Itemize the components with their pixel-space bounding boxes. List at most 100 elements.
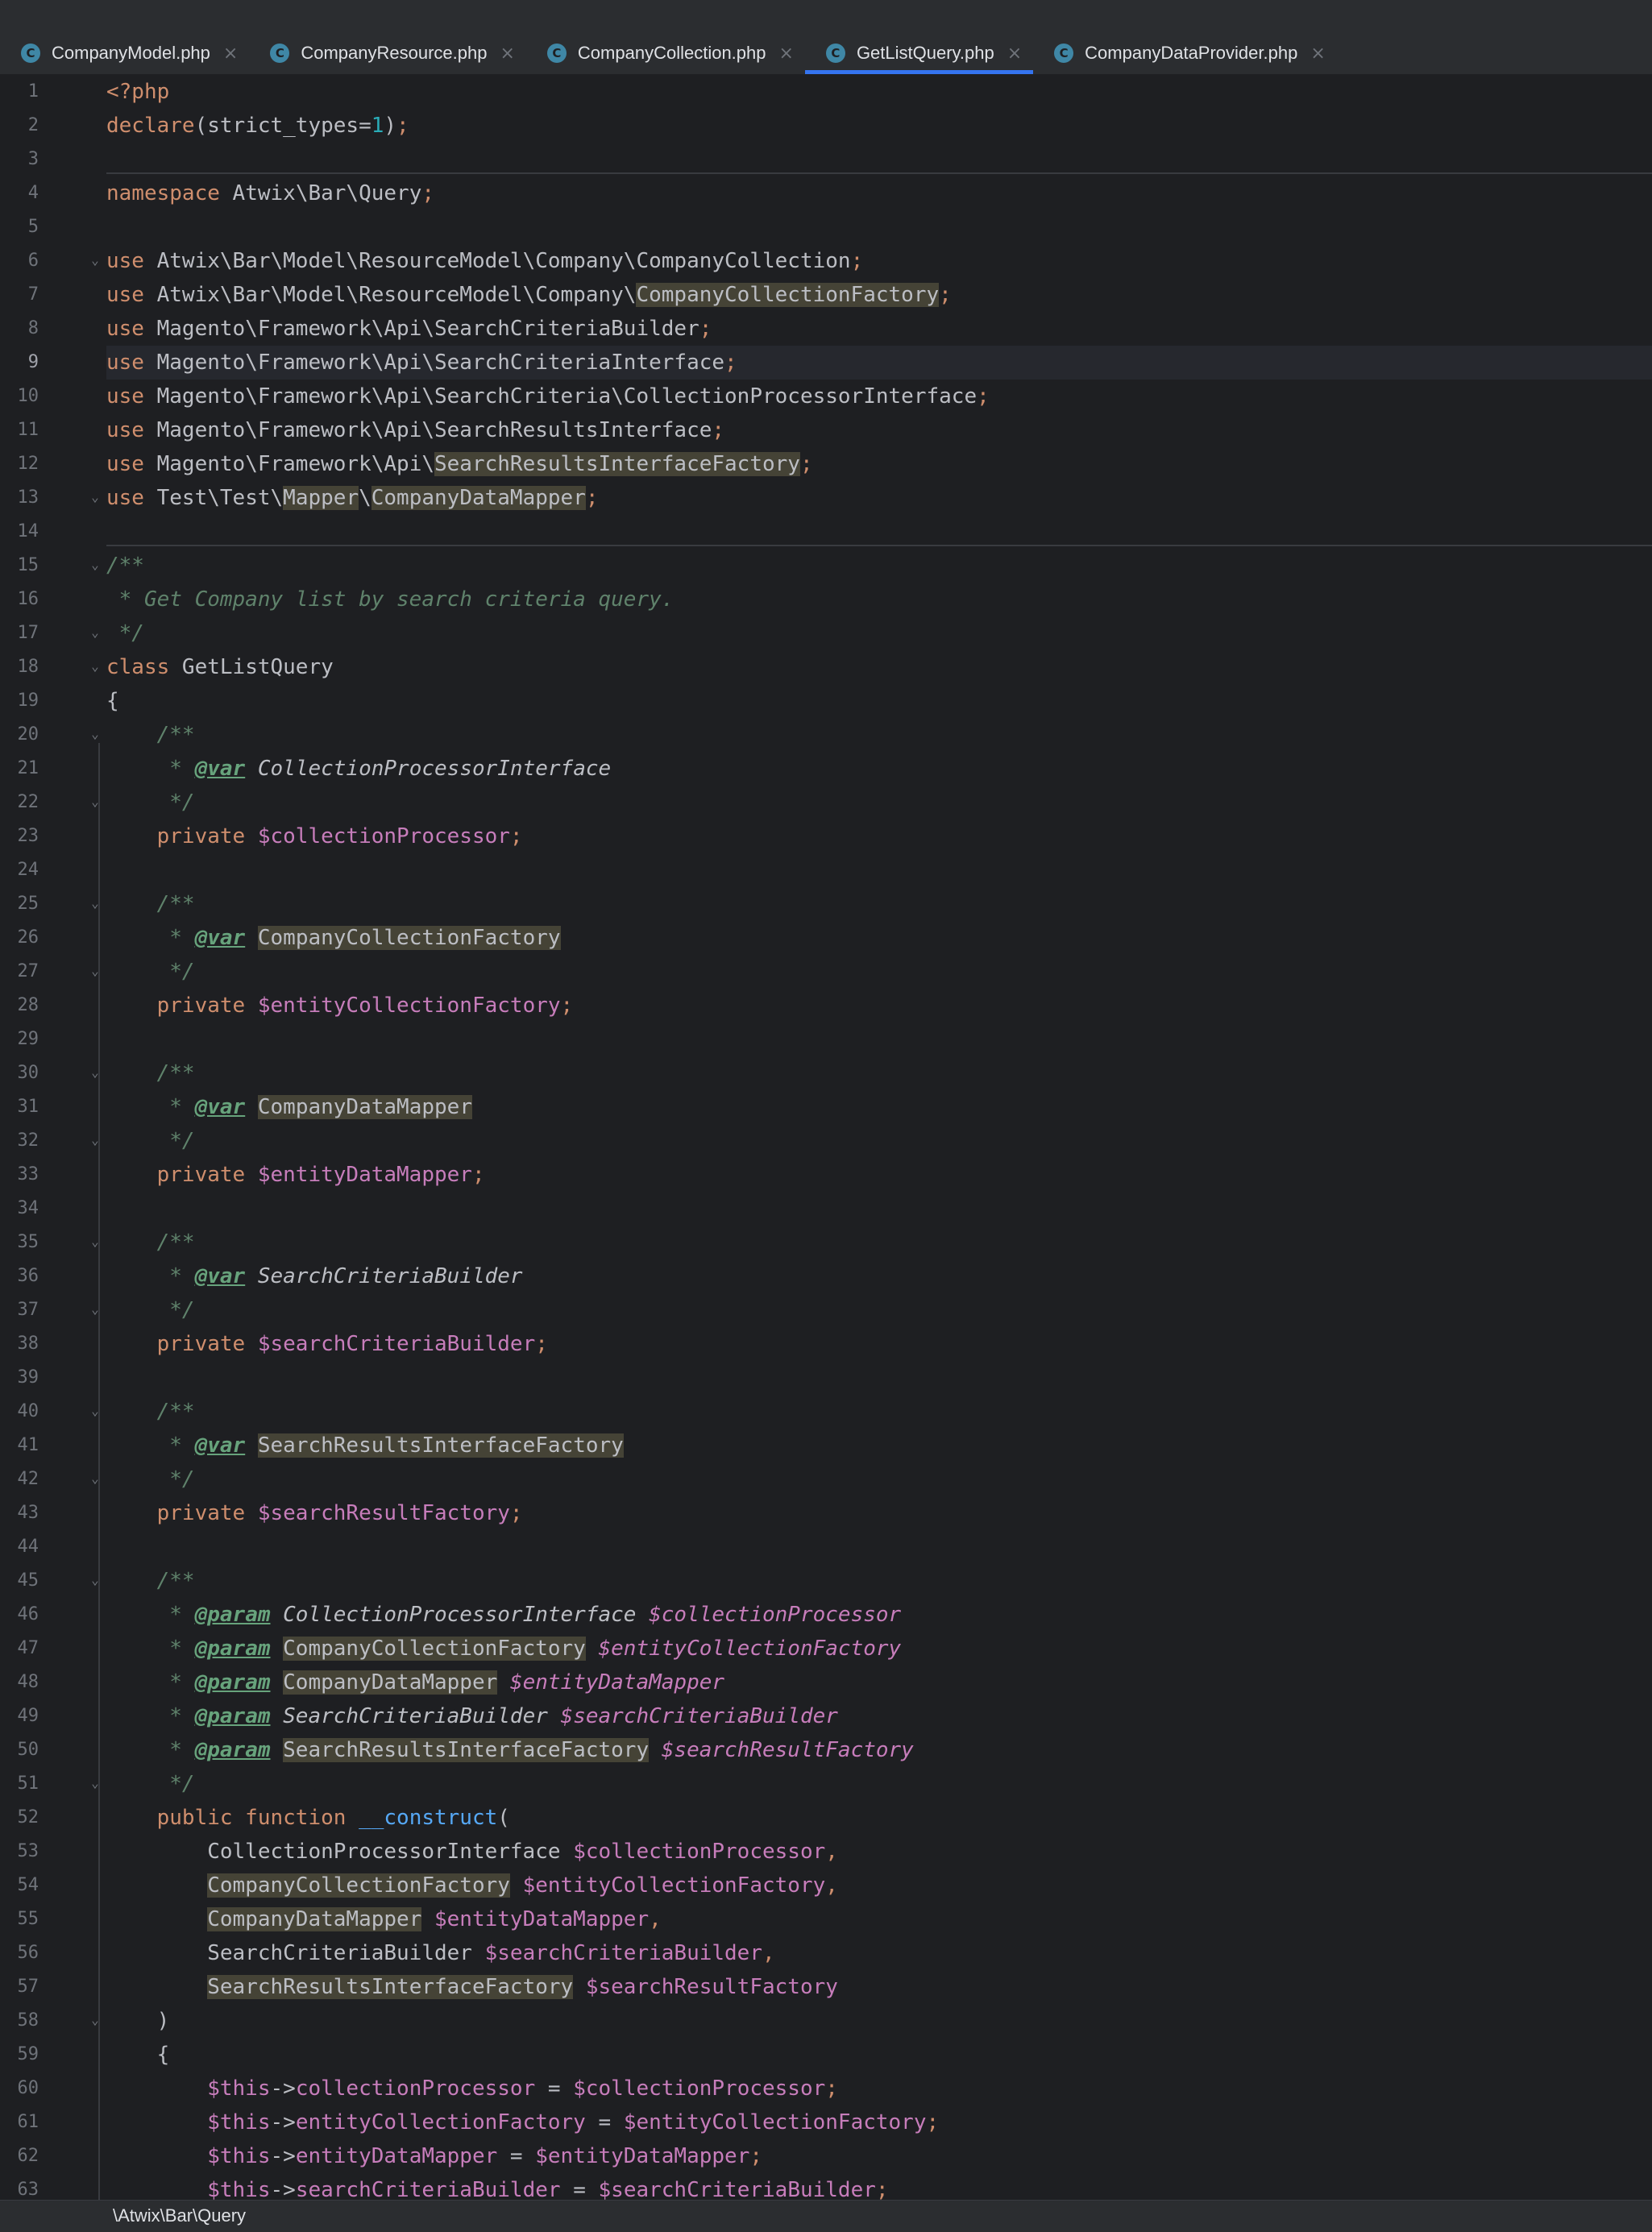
- line-number[interactable]: 56: [0, 1936, 103, 1970]
- line-number[interactable]: 40 ⌄: [0, 1395, 103, 1429]
- code-line[interactable]: ): [106, 2004, 1652, 2038]
- tab-companycollection[interactable]: C CompanyCollection.php ×: [526, 32, 805, 74]
- code-line[interactable]: <?php: [106, 75, 1652, 109]
- fold-marker-icon[interactable]: ⌄: [89, 254, 102, 268]
- code-line[interactable]: [106, 210, 1652, 244]
- code-line[interactable]: * @param SearchResultsInterfaceFactory $…: [106, 1733, 1652, 1767]
- line-number[interactable]: 51 ⌄: [0, 1767, 103, 1801]
- code-line[interactable]: /**: [106, 887, 1652, 921]
- line-number[interactable]: 59: [0, 2038, 103, 2072]
- code-line[interactable]: use Atwix\Bar\Model\ResourceModel\Compan…: [106, 244, 1652, 278]
- code-line[interactable]: $this->collectionProcessor = $collection…: [106, 2072, 1652, 2105]
- line-number[interactable]: 43: [0, 1496, 103, 1530]
- line-number[interactable]: 20 ⌄: [0, 718, 103, 752]
- code-line[interactable]: * @param CompanyCollectionFactory $entit…: [106, 1632, 1652, 1666]
- line-number[interactable]: 30 ⌄: [0, 1056, 103, 1090]
- line-number[interactable]: 45 ⌄: [0, 1564, 103, 1598]
- close-icon[interactable]: ×: [223, 44, 238, 64]
- line-number[interactable]: 3: [0, 143, 103, 176]
- code-line[interactable]: private $entityDataMapper;: [106, 1158, 1652, 1192]
- line-number[interactable]: 32 ⌄: [0, 1124, 103, 1158]
- code-line[interactable]: {: [106, 2038, 1652, 2072]
- line-number[interactable]: 14: [0, 515, 103, 549]
- code-line[interactable]: * @var SearchCriteriaBuilder: [106, 1259, 1652, 1293]
- line-number[interactable]: 35 ⌄: [0, 1226, 103, 1259]
- line-number[interactable]: 25 ⌄: [0, 887, 103, 921]
- code-line[interactable]: [106, 1361, 1652, 1395]
- code-line[interactable]: * @var CollectionProcessorInterface: [106, 752, 1652, 786]
- code-line[interactable]: use Magento\Framework\Api\SearchResultsI…: [106, 413, 1652, 447]
- line-number[interactable]: 38: [0, 1327, 103, 1361]
- code-text-area[interactable]: <?php declare(strict_types=1); namespace A…: [106, 74, 1652, 2200]
- line-number[interactable]: 49: [0, 1699, 103, 1733]
- line-number[interactable]: 42 ⌄: [0, 1462, 103, 1496]
- close-icon[interactable]: ×: [1007, 44, 1022, 64]
- code-line[interactable]: [106, 853, 1652, 887]
- tab-getlistquery[interactable]: C GetListQuery.php ×: [804, 32, 1034, 74]
- line-number[interactable]: 61: [0, 2105, 103, 2139]
- line-number[interactable]: 47: [0, 1632, 103, 1666]
- code-line[interactable]: * Get Company list by search criteria qu…: [106, 583, 1652, 616]
- code-line[interactable]: * @var CompanyCollectionFactory: [106, 921, 1652, 955]
- code-line[interactable]: [106, 1192, 1652, 1226]
- breadcrumb[interactable]: \Atwix\Bar\Query: [0, 2200, 1652, 2232]
- tab-companydataprovider[interactable]: C CompanyDataProvider.php ×: [1033, 32, 1337, 74]
- line-number[interactable]: 24: [0, 853, 103, 887]
- code-line[interactable]: namespace Atwix\Bar\Query;: [106, 176, 1652, 210]
- line-number[interactable]: 36: [0, 1259, 103, 1293]
- code-line[interactable]: [106, 143, 1652, 176]
- line-number[interactable]: 9: [0, 346, 103, 380]
- breadcrumb-namespace[interactable]: \Atwix\Bar\Query: [113, 2205, 246, 2226]
- code-line[interactable]: CompanyDataMapper $entityDataMapper,: [106, 1902, 1652, 1936]
- line-number[interactable]: 27 ⌄: [0, 955, 103, 989]
- code-line[interactable]: * @var SearchResultsInterfaceFactory: [106, 1429, 1652, 1462]
- line-number[interactable]: 4: [0, 176, 103, 210]
- line-number[interactable]: 5: [0, 210, 103, 244]
- code-line[interactable]: private $searchCriteriaBuilder;: [106, 1327, 1652, 1361]
- line-number[interactable]: 23: [0, 819, 103, 853]
- fold-marker-icon[interactable]: ⌄: [89, 558, 102, 573]
- code-line[interactable]: use Magento\Framework\Api\SearchResultsI…: [106, 447, 1652, 481]
- line-number[interactable]: 48: [0, 1666, 103, 1699]
- fold-marker-icon[interactable]: ⌄: [89, 728, 102, 742]
- line-number[interactable]: 41: [0, 1429, 103, 1462]
- line-number[interactable]: 46: [0, 1598, 103, 1632]
- line-number[interactable]: 7: [0, 278, 103, 312]
- line-number[interactable]: 10: [0, 380, 103, 413]
- code-line[interactable]: use Atwix\Bar\Model\ResourceModel\Compan…: [106, 278, 1652, 312]
- line-number[interactable]: 34: [0, 1192, 103, 1226]
- line-number[interactable]: 13 ⌄: [0, 481, 103, 515]
- line-number[interactable]: 52: [0, 1801, 103, 1835]
- close-icon[interactable]: ×: [779, 44, 794, 64]
- code-line[interactable]: use Magento\Framework\Api\SearchCriteria…: [106, 380, 1652, 413]
- code-line[interactable]: public function __construct(: [106, 1801, 1652, 1835]
- code-line[interactable]: $this->entityDataMapper = $entityDataMap…: [106, 2139, 1652, 2173]
- line-number[interactable]: 21: [0, 752, 103, 786]
- tab-companymodel[interactable]: C CompanyModel.php ×: [0, 32, 249, 74]
- code-line[interactable]: /**: [106, 1564, 1652, 1598]
- code-line[interactable]: [106, 515, 1652, 549]
- line-number[interactable]: 33: [0, 1158, 103, 1192]
- code-line[interactable]: [106, 1023, 1652, 1056]
- line-number[interactable]: 12: [0, 447, 103, 481]
- code-line[interactable]: /**: [106, 1395, 1652, 1429]
- code-line[interactable]: private $collectionProcessor;: [106, 819, 1652, 853]
- line-number[interactable]: 8: [0, 312, 103, 346]
- code-line[interactable]: class GetListQuery: [106, 650, 1652, 684]
- line-number[interactable]: 58 ⌄: [0, 2004, 103, 2038]
- code-line[interactable]: use Magento\Framework\Api\SearchCriteria…: [106, 312, 1652, 346]
- line-number[interactable]: 54: [0, 1869, 103, 1902]
- code-line[interactable]: * @param CompanyDataMapper $entityDataMa…: [106, 1666, 1652, 1699]
- line-number[interactable]: 29: [0, 1023, 103, 1056]
- line-number[interactable]: 37 ⌄: [0, 1293, 103, 1327]
- code-line[interactable]: /**: [106, 1226, 1652, 1259]
- code-line[interactable]: */: [106, 786, 1652, 819]
- line-number[interactable]: 44: [0, 1530, 103, 1564]
- close-icon[interactable]: ×: [1310, 44, 1325, 64]
- close-icon[interactable]: ×: [500, 44, 514, 64]
- line-number[interactable]: 22 ⌄: [0, 786, 103, 819]
- code-line[interactable]: */: [106, 1293, 1652, 1327]
- line-number[interactable]: 18 ⌄: [0, 650, 103, 684]
- code-line[interactable]: SearchResultsInterfaceFactory $searchRes…: [106, 1970, 1652, 2004]
- code-line[interactable]: [106, 1530, 1652, 1564]
